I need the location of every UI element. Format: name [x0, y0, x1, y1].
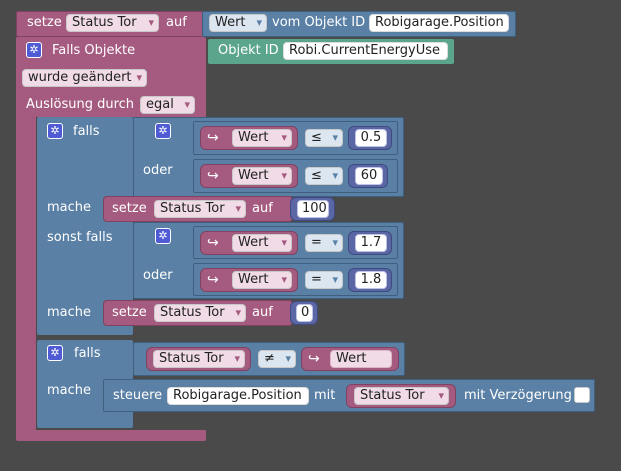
return-arrow-icon: ↪	[207, 168, 219, 184]
value-dropdown[interactable]: Wert	[232, 234, 292, 252]
gear-icon[interactable]: ✲	[155, 123, 171, 139]
return-arrow-icon: ↪	[207, 235, 219, 251]
variable-dropdown[interactable]: Status Tor	[154, 304, 246, 322]
gear-icon[interactable]: ✲	[26, 42, 42, 58]
trigger-object-id-field[interactable]: Robi.CurrentEnergyUse	[283, 42, 448, 60]
variable-dropdown[interactable]: Status Tor	[66, 14, 159, 32]
object-id-label: Objekt ID	[218, 43, 279, 58]
else-if-label: sonst falls	[47, 230, 113, 245]
number-field[interactable]: 100	[297, 200, 329, 218]
operator-dropdown[interactable]: =	[305, 234, 343, 252]
number-field[interactable]: 60	[355, 167, 383, 185]
operator-dropdown[interactable]: =	[305, 271, 343, 289]
if-label: falls	[74, 346, 101, 361]
to-label: auf	[166, 15, 187, 30]
to-label: auf	[252, 201, 273, 216]
value-label-field: Wert	[330, 350, 392, 368]
operator-dropdown[interactable]: ≠	[258, 350, 296, 368]
do-label: mache	[47, 383, 92, 398]
trigger-by-label: Auslösung durch	[26, 97, 135, 112]
gear-icon[interactable]: ✲	[155, 228, 171, 244]
set-label: setze	[112, 305, 147, 320]
from-object-id-label: vom Objekt ID	[272, 15, 366, 30]
gear-icon[interactable]: ✲	[47, 123, 63, 139]
number-field[interactable]: 0.5	[355, 129, 387, 147]
return-arrow-icon: ↪	[207, 272, 219, 288]
number-field[interactable]: 1.8	[355, 271, 387, 289]
or-label: oder	[143, 268, 173, 283]
or-label: oder	[143, 163, 173, 178]
do-label: mache	[47, 305, 92, 320]
value-dropdown[interactable]: Wert	[232, 271, 292, 289]
change-type-dropdown[interactable]: wurde geändert	[22, 69, 147, 87]
return-arrow-icon: ↪	[308, 351, 320, 367]
operator-dropdown[interactable]: ≤	[305, 129, 343, 147]
set-label: setze	[27, 15, 62, 30]
if-label: falls	[73, 124, 100, 139]
delay-checkbox[interactable]	[574, 387, 590, 403]
value-attribute-dropdown[interactable]: Wert	[209, 14, 267, 32]
do-label: mache	[47, 200, 92, 215]
value-dropdown[interactable]: Wert	[232, 129, 292, 147]
with-delay-label: mit Verzögerung	[464, 388, 572, 403]
with-label: mit	[314, 388, 336, 403]
trigger-title: Falls Objekte	[52, 43, 136, 58]
value-dropdown[interactable]: Wert	[232, 167, 292, 185]
to-label: auf	[252, 305, 273, 320]
gear-icon[interactable]: ✲	[47, 345, 63, 361]
control-label: steuere	[113, 388, 163, 403]
variable-dropdown[interactable]: Status Tor	[153, 350, 245, 368]
set-label: setze	[112, 201, 147, 216]
trigger-by-dropdown[interactable]: egal	[140, 96, 195, 114]
object-id-field[interactable]: Robigarage.Position	[369, 14, 509, 32]
variable-dropdown[interactable]: Status Tor	[154, 200, 246, 218]
variable-dropdown[interactable]: Status Tor	[354, 387, 449, 405]
number-field[interactable]: 0	[296, 304, 313, 322]
number-field[interactable]: 1.7	[355, 234, 387, 252]
control-object-id-field[interactable]: Robigarage.Position	[167, 387, 309, 405]
return-arrow-icon: ↪	[207, 130, 219, 146]
operator-dropdown[interactable]: ≤	[305, 167, 343, 185]
